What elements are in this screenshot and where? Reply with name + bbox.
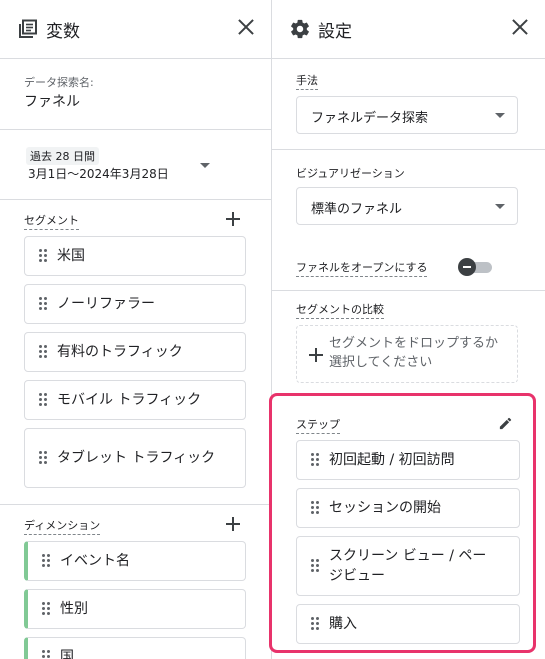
dimension-chip[interactable]: 性別	[24, 589, 246, 629]
funnel-step-label: 初回起動 / 初回訪問	[329, 452, 455, 468]
date-range-badge: 過去 28 日間	[26, 147, 99, 165]
funnel-step-label: 購入	[329, 616, 357, 632]
drag-handle-icon[interactable]	[311, 453, 319, 467]
funnel-step[interactable]: スクリーン ビュー / ページビュー	[296, 536, 520, 596]
pencil-icon[interactable]	[498, 416, 513, 431]
chevron-down-icon	[495, 113, 505, 118]
visualization-select[interactable]: 標準のファネル	[296, 187, 518, 225]
drag-handle-icon[interactable]	[311, 559, 319, 573]
dimension-chip[interactable]: 国	[24, 637, 246, 659]
chevron-down-icon	[495, 204, 505, 209]
segment-chip-label: ノーリファラー	[57, 296, 155, 312]
segments-label: セグメント	[24, 212, 79, 230]
drag-handle-icon[interactable]	[42, 602, 50, 616]
dimension-chip-label: イベント名	[60, 553, 130, 569]
chevron-down-icon	[200, 163, 210, 168]
date-range-text: 3月1日～2024年3月28日	[28, 167, 169, 181]
funnel-step[interactable]: 初回起動 / 初回訪問	[296, 440, 520, 480]
drag-handle-icon[interactable]	[42, 650, 50, 659]
segment-drop-zone[interactable]: セグメントをドロップするか選択してください	[296, 325, 518, 383]
segment-chip[interactable]: 米国	[24, 236, 246, 276]
segment-drop-text: セグメントをドロップするか選択してください	[329, 336, 499, 370]
drag-handle-icon[interactable]	[39, 451, 47, 465]
dimension-chip-label: 性別	[60, 601, 88, 617]
drag-handle-icon[interactable]	[311, 501, 319, 515]
segment-chip-label: モバイル トラフィック	[57, 392, 202, 408]
variables-panel: 変数 データ探索名: ファネル 過去 28 日間 3月1日～2024年3月28日…	[0, 0, 272, 659]
steps-label: ステップ	[296, 416, 340, 434]
segment-chip[interactable]: タブレット トラフィック	[24, 428, 246, 488]
variables-title: 変数	[46, 22, 80, 42]
exploration-name-label: データ探索名:	[24, 76, 94, 89]
segment-chip-label: 有料のトラフィック	[57, 344, 183, 360]
drag-handle-icon[interactable]	[39, 345, 47, 359]
close-settings-icon[interactable]	[511, 18, 529, 36]
visualization-value: 標準のファネル	[311, 202, 403, 217]
date-range-picker[interactable]: 過去 28 日間 3月1日～2024年3月28日	[24, 145, 246, 183]
drag-handle-icon[interactable]	[42, 554, 50, 568]
drag-handle-icon[interactable]	[39, 249, 47, 263]
funnel-step[interactable]: 購入	[296, 604, 520, 644]
add-dimension-icon[interactable]	[226, 517, 240, 531]
settings-title: 設定	[318, 22, 352, 42]
technique-value: ファネルデータ探索	[311, 111, 429, 126]
exploration-name-input[interactable]: ファネル	[24, 91, 80, 111]
settings-panel: 設定 手法 ファネルデータ探索 ビジュアリゼーション 標準のファネル ファネルを…	[272, 0, 545, 659]
drag-handle-icon[interactable]	[311, 617, 319, 631]
segment-chip[interactable]: 有料のトラフィック	[24, 332, 246, 372]
segment-chip[interactable]: ノーリファラー	[24, 284, 246, 324]
dimension-chip[interactable]: イベント名	[24, 541, 246, 581]
dimensions-label: ディメンション	[24, 517, 101, 535]
add-segment-icon[interactable]	[226, 212, 240, 226]
variables-header: 変数	[0, 0, 271, 59]
open-funnel-label: ファネルをオープンにする	[296, 259, 428, 277]
add-icon	[309, 348, 323, 362]
segment-chip-label: 米国	[57, 248, 85, 264]
settings-header: 設定	[272, 0, 545, 59]
open-funnel-toggle[interactable]	[458, 258, 492, 276]
gear-icon	[291, 19, 309, 39]
drag-handle-icon[interactable]	[39, 297, 47, 311]
funnel-step[interactable]: セッションの開始	[296, 488, 520, 528]
segment-chip-label: タブレット トラフィック	[57, 450, 216, 466]
visualization-label: ビジュアリゼーション	[296, 167, 405, 180]
close-variables-icon[interactable]	[237, 18, 255, 36]
segment-compare-label: セグメントの比較	[296, 301, 384, 319]
technique-select[interactable]: ファネルデータ探索	[296, 96, 518, 134]
drag-handle-icon[interactable]	[39, 393, 47, 407]
dimension-chip-label: 国	[60, 649, 74, 659]
funnel-step-label: セッションの開始	[329, 500, 441, 516]
technique-label: 手法	[296, 72, 318, 90]
segment-chip[interactable]: モバイル トラフィック	[24, 380, 246, 420]
variables-icon	[19, 19, 37, 38]
funnel-step-label: スクリーン ビュー / ページビュー	[329, 548, 487, 584]
